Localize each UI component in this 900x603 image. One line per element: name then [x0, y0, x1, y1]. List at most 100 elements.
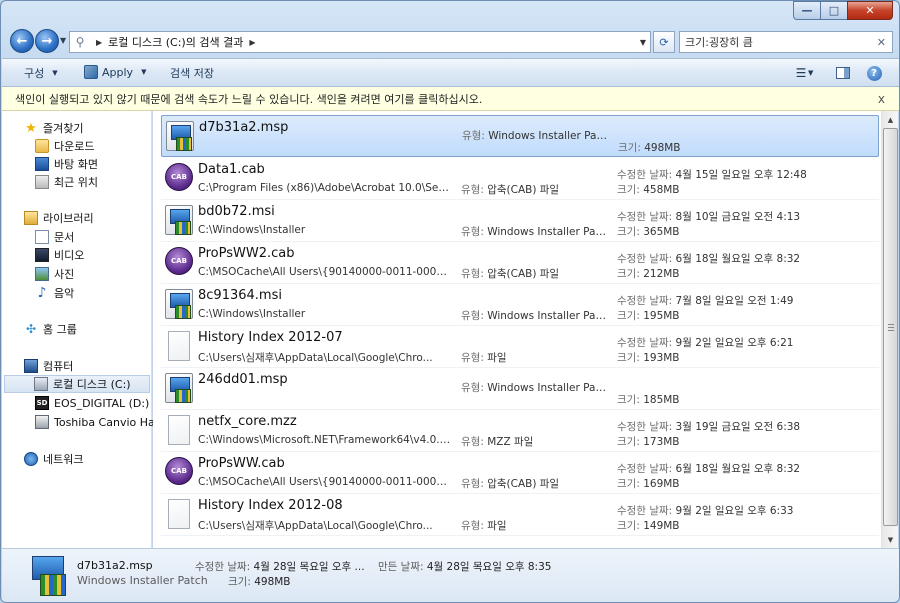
file-size: 크기: 458MB: [617, 184, 680, 196]
file-modified: 수정한 날짜: 8월 10일 금요일 오전 4:13: [617, 211, 801, 223]
sd-card-icon: SD: [35, 396, 49, 410]
list-item[interactable]: CAB ProPsWW.cab C:\MSOCache\All Users\{9…: [161, 452, 879, 494]
list-item[interactable]: 246dd01.msp 유형: Windows Installer Patch …: [161, 368, 879, 410]
refresh-icon: ⟳: [659, 35, 669, 49]
nav-desktop-label: 바탕 화면: [54, 158, 98, 171]
help-button[interactable]: ?: [865, 63, 883, 83]
scroll-grip-icon: [888, 324, 894, 332]
scroll-up-icon[interactable]: ▲: [882, 111, 899, 128]
minimize-button[interactable]: —: [793, 1, 820, 20]
nav-computer[interactable]: 컴퓨터: [24, 357, 73, 375]
explorer-window: — □ ✕ ← → ▼ ⚲ ▶ 로컬 디스크 (C:)의 검색 결과 ▶ ▼ ⟳…: [0, 0, 900, 603]
list-item[interactable]: CAB Data1.cab C:\Program Files (x86)\Ado…: [161, 158, 879, 200]
breadcrumb-chevron-icon[interactable]: ▶: [249, 38, 255, 47]
file-type: 유형: 파일: [461, 352, 507, 364]
file-path: C:\Windows\Microsoft.NET\Framework64\v4.…: [198, 434, 452, 446]
details-modified: 수정한 날짜: 4월 28일 목요일 오후 ...: [195, 561, 365, 573]
nav-music[interactable]: ♪ 음악: [35, 284, 75, 302]
address-history-dropdown[interactable]: ▼: [640, 38, 646, 47]
list-item[interactable]: History Index 2012-07 C:\Users\심재후\AppDa…: [161, 326, 879, 368]
hard-drive-icon: [34, 377, 48, 391]
nav-downloads[interactable]: 다운로드: [35, 137, 94, 155]
file-path: C:\Windows\Installer: [198, 224, 306, 236]
list-item[interactable]: CAB ProPsWW2.cab C:\MSOCache\All Users\{…: [161, 242, 879, 284]
file-name: History Index 2012-08: [198, 498, 343, 513]
maximize-button[interactable]: □: [820, 1, 847, 20]
file-type: 유형: 압축(CAB) 파일: [461, 478, 560, 490]
infobar-close-icon[interactable]: x: [878, 92, 885, 106]
file-modified: 수정한 날짜: 6월 18일 월요일 오후 8:32: [617, 253, 801, 265]
nav-favorites-label: 즐겨찾기: [43, 122, 84, 135]
cab-icon: CAB: [165, 163, 193, 191]
nav-music-label: 음악: [54, 287, 75, 300]
file-type: 유형: Windows Installer Pack...: [461, 310, 609, 322]
nav-homegroup-label: 홈 그룹: [43, 323, 77, 336]
file-type: 유형: Windows Installer Pack...: [461, 226, 609, 238]
list-item[interactable]: netfx_core.mzz C:\Windows\Microsoft.NET\…: [161, 410, 879, 452]
view-list-icon: ☰: [795, 66, 807, 80]
list-item[interactable]: bd0b72.msi C:\Windows\Installer 유형: Wind…: [161, 200, 879, 242]
nav-libraries[interactable]: 라이브러리: [24, 209, 94, 227]
file-name: Data1.cab: [198, 162, 265, 177]
view-dropdown-icon[interactable]: ▼: [808, 63, 813, 83]
back-button[interactable]: ←: [10, 29, 34, 53]
nav-local-disk-label: 로컬 디스크 (C:): [53, 378, 131, 391]
msp-large-icon: [28, 554, 68, 598]
list-item[interactable]: History Index 2012-08 C:\Users\심재후\AppDa…: [161, 494, 879, 536]
file-size: 크기: 365MB: [617, 226, 680, 238]
list-item[interactable]: 8c91364.msi C:\Windows\Installer 유형: Win…: [161, 284, 879, 326]
apply-menu[interactable]: Apply ▼: [84, 65, 146, 79]
organize-menu[interactable]: 구성 ▼: [24, 65, 58, 81]
recent-pages-dropdown[interactable]: ▼: [60, 36, 66, 45]
nav-pictures[interactable]: 사진: [35, 265, 74, 283]
breadcrumb-search-results[interactable]: 로컬 디스크 (C:)의 검색 결과: [108, 34, 243, 50]
file-size: 크기: 169MB: [617, 478, 680, 490]
address-bar[interactable]: ⚲ ▶ 로컬 디스크 (C:)의 검색 결과 ▶ ▼: [69, 31, 651, 53]
clear-search-icon[interactable]: ✕: [877, 36, 886, 49]
msi-icon: [165, 289, 193, 319]
preview-pane-button[interactable]: [834, 63, 852, 83]
nav-local-disk[interactable]: 로컬 디스크 (C:): [4, 375, 150, 393]
nav-toshiba-label: Toshiba Canvio Har: [54, 415, 160, 429]
nav-network-label: 네트워크: [43, 453, 84, 466]
save-search-button[interactable]: 검색 저장: [170, 65, 214, 81]
scroll-down-icon[interactable]: ▼: [882, 531, 899, 548]
nav-desktop[interactable]: 바탕 화면: [35, 155, 98, 173]
indexing-infobar[interactable]: 색인이 실행되고 있지 않기 때문에 검색 속도가 느릴 수 있습니다. 색인을…: [2, 87, 899, 111]
address-row: ← → ▼ ⚲ ▶ 로컬 디스크 (C:)의 검색 결과 ▶ ▼ ⟳ 크기:굉장…: [1, 29, 899, 55]
file-size: 크기: 173MB: [617, 436, 680, 448]
file-type: 유형: MZZ 파일: [461, 436, 534, 448]
nav-videos[interactable]: 비디오: [35, 246, 84, 264]
nav-pictures-label: 사진: [54, 268, 75, 281]
breadcrumb-chevron-icon[interactable]: ▶: [96, 38, 102, 47]
computer-icon: [24, 359, 38, 373]
list-item[interactable]: d7b31a2.msp 유형: Windows Installer Patch …: [161, 115, 879, 157]
close-button[interactable]: ✕: [847, 1, 893, 20]
homegroup-icon: ✣: [25, 322, 37, 336]
desktop-icon: [35, 157, 49, 171]
file-icon: [168, 415, 190, 445]
scrollbar-thumb[interactable]: [883, 128, 898, 526]
nav-documents[interactable]: 문서: [35, 228, 74, 246]
network-icon: [24, 452, 38, 466]
file-path: C:\MSOCache\All Users\{90140000-0011-000…: [198, 266, 452, 278]
nav-eos-digital[interactable]: SD EOS_DIGITAL (D:): [35, 394, 149, 412]
navigation-pane: ★ 즐겨찾기 다운로드 바탕 화면 최근 위치 라이브러리 문서 비디오 사진 ♪…: [2, 111, 159, 548]
refresh-button[interactable]: ⟳: [653, 31, 675, 53]
nav-favorites[interactable]: ★ 즐겨찾기: [24, 119, 83, 137]
nav-recent[interactable]: 최근 위치: [35, 173, 98, 191]
forward-button[interactable]: →: [35, 29, 59, 53]
search-input[interactable]: 크기:굉장히 큼 ✕: [679, 31, 893, 53]
search-query: 크기:굉장히 큼: [685, 36, 753, 49]
organize-label: 구성: [24, 67, 45, 80]
vertical-scrollbar[interactable]: ▲ ▼: [881, 111, 898, 548]
msi-icon: [165, 205, 193, 235]
msp-icon: [165, 373, 193, 403]
nav-homegroup[interactable]: ✣ 홈 그룹: [24, 320, 77, 338]
file-type: 유형: Windows Installer Patch: [461, 382, 609, 394]
help-icon: ?: [866, 65, 882, 81]
details-file-type: Windows Installer Patch: [77, 574, 208, 587]
file-name: 246dd01.msp: [198, 372, 288, 387]
nav-network[interactable]: 네트워크: [24, 450, 83, 468]
nav-toshiba[interactable]: Toshiba Canvio Har: [35, 413, 159, 431]
